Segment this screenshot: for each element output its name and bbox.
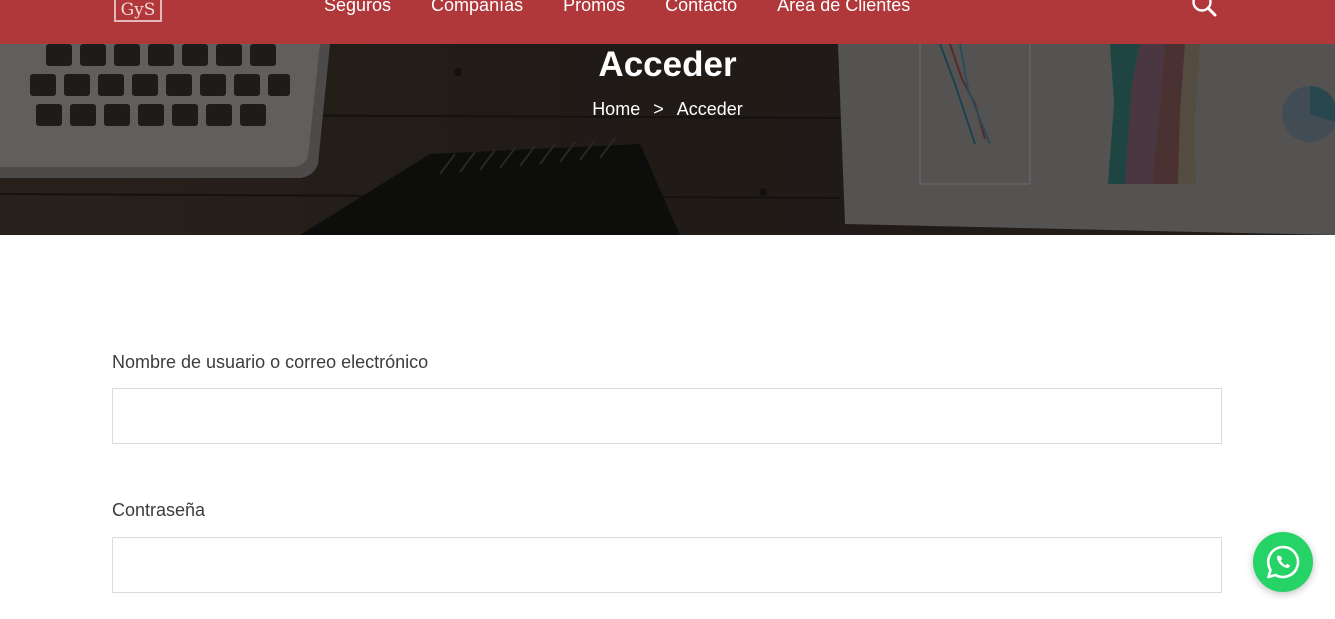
username-label: Nombre de usuario o correo electrónico xyxy=(112,352,429,372)
breadcrumb-current: Acceder xyxy=(676,99,743,119)
page-hero-banner: Acceder Home > Acceder xyxy=(0,44,1335,235)
password-label: Contraseña xyxy=(112,500,206,520)
page-title: Acceder xyxy=(598,45,737,84)
search-button[interactable] xyxy=(1189,0,1219,18)
search-icon xyxy=(1192,0,1217,17)
username-input[interactable] xyxy=(112,388,1222,444)
main-nav: Seguros Compañías Promos Contacto Área d… xyxy=(324,0,910,17)
site-logo[interactable]: GyS xyxy=(114,0,162,22)
top-navbar: GyS Seguros Compañías Promos Contacto Ár… xyxy=(0,0,1335,44)
password-input[interactable] xyxy=(112,537,1222,593)
nav-item-companias[interactable]: Compañías xyxy=(431,0,523,17)
breadcrumb-separator: > xyxy=(653,99,664,119)
nav-item-contacto[interactable]: Contacto xyxy=(665,0,737,17)
breadcrumb: Home > Acceder xyxy=(0,97,1335,121)
nav-item-area-de-clientes[interactable]: Área de Clientes xyxy=(777,0,910,17)
nav-item-seguros[interactable]: Seguros xyxy=(324,0,391,17)
whatsapp-icon xyxy=(1266,545,1300,579)
nav-item-promos[interactable]: Promos xyxy=(563,0,625,17)
breadcrumb-home-link[interactable]: Home xyxy=(592,99,640,119)
whatsapp-chat-button[interactable] xyxy=(1253,532,1313,592)
